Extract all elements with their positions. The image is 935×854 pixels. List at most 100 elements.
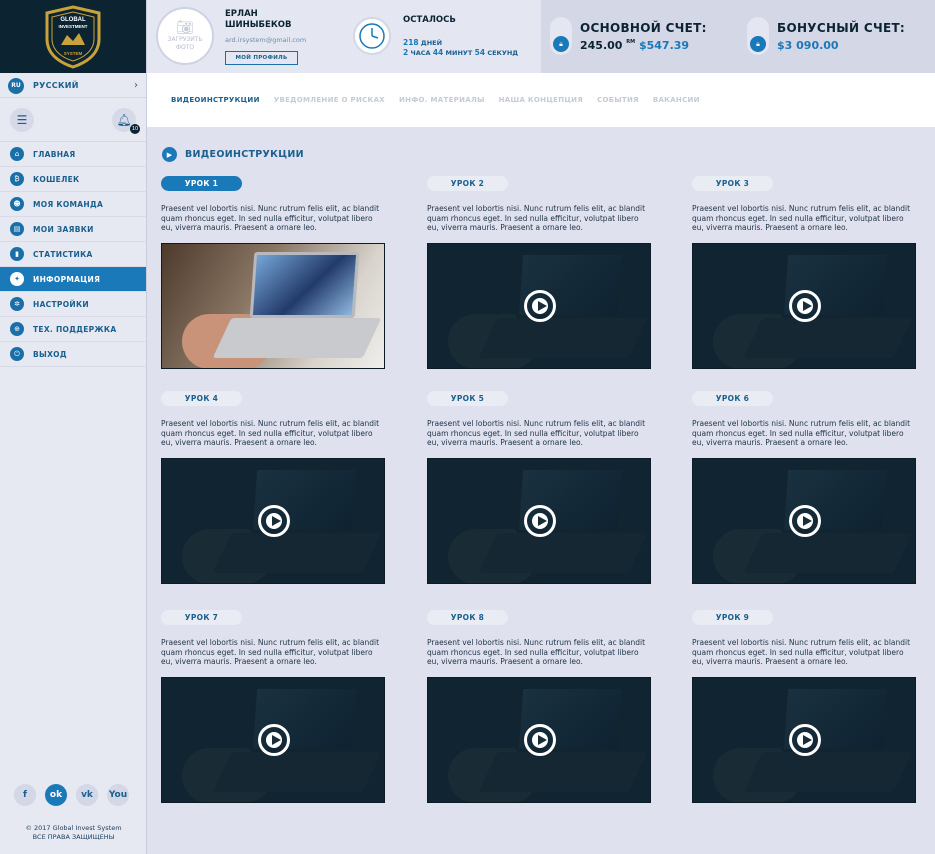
user-email: ard.irsystem@gmail.com: [225, 36, 307, 44]
video-camera-icon: ▶: [162, 147, 177, 162]
sidebar-item[interactable]: ✲ НАСТРОЙКИ: [0, 292, 146, 317]
logo[interactable]: GLOBAL INVESTMENT SYSTEM: [0, 0, 146, 73]
accounts-panel: 🔒︎ ОСНОВНОЙ СЧЕТ: 245.00 RM $547.39 🔒︎ Б…: [541, 0, 935, 73]
tab[interactable]: СОБЫТИЯ: [597, 96, 639, 104]
video-thumbnail[interactable]: [427, 243, 651, 369]
camera-icon: 📷︎: [176, 20, 194, 36]
logo-line3: SYSTEM: [64, 51, 83, 56]
lesson-tab[interactable]: УРОК 4: [161, 391, 242, 406]
hours-label: ЧАСА: [410, 49, 431, 57]
requests-icon: ▤: [10, 222, 24, 236]
laptop-image: [249, 252, 360, 318]
section-header: ▶ ВИДЕОИНСТРУКЦИИ: [162, 147, 304, 162]
lesson-card: УРОК 6 Praesent vel lobortis nisi. Nunc r…: [692, 391, 916, 584]
upload-photo-label: ЗАГРУЗИТЬ ФОТО: [167, 36, 203, 51]
team-icon: ☻: [10, 197, 24, 211]
remaining-title: ОСТАЛОСЬ: [403, 15, 456, 25]
video-thumbnail[interactable]: [161, 677, 385, 803]
video-thumbnail[interactable]: [161, 243, 385, 369]
vk-icon[interactable]: vk: [76, 784, 98, 806]
sidebar-item[interactable]: ☻ МОЯ КОМАНДА: [0, 192, 146, 217]
lesson-description: Praesent vel lobortis nisi. Nunc rutrum …: [161, 638, 380, 666]
avatar-upload[interactable]: 📷︎ ЗАГРУЗИТЬ ФОТО: [156, 7, 214, 65]
notification-badge: 10: [130, 123, 140, 134]
language-label: РУССКИЙ: [33, 81, 79, 90]
play-icon[interactable]: [789, 724, 821, 756]
bonus-account-usd: $3 090.00: [777, 39, 839, 52]
sidebar: GLOBAL INVESTMENT SYSTEM RU РУССКИЙ › ☰ …: [0, 0, 147, 854]
lesson-tab[interactable]: УРОК 2: [427, 176, 508, 191]
video-thumbnail[interactable]: [427, 458, 651, 584]
tab[interactable]: ВАКАНСИИ: [653, 96, 700, 104]
main-account-value: 245.00 RM $547.39: [580, 39, 689, 52]
lesson-description: Praesent vel lobortis nisi. Nunc rutrum …: [692, 204, 911, 232]
hours-value: 2: [403, 48, 409, 57]
sidebar-item[interactable]: ▤ МОИ ЗАЯВКИ: [0, 217, 146, 242]
tab[interactable]: УВЕДОМЛЕНИЕ О РИСКАХ: [274, 96, 385, 104]
days-value: 218: [403, 38, 419, 47]
sidebar-item[interactable]: ⊕ ТЕХ. ПОДДЕРЖКА: [0, 317, 146, 342]
user-name: ЕРЛАН ШИНЫБЕКОВ: [225, 9, 292, 30]
video-thumbnail[interactable]: [427, 677, 651, 803]
play-icon[interactable]: [258, 505, 290, 537]
lesson-tab[interactable]: УРОК 3: [692, 176, 773, 191]
sidebar-item-label: НАСТРОЙКИ: [33, 299, 89, 309]
language-selector[interactable]: RU РУССКИЙ ›: [0, 74, 146, 98]
keyboard-image: [212, 318, 382, 358]
bell-icon[interactable]: 🔔︎ 10: [112, 107, 140, 134]
main-account-amount: 245.00: [580, 39, 623, 52]
play-icon[interactable]: [789, 290, 821, 322]
sidebar-item-label: МОИ ЗАЯВКИ: [33, 224, 94, 234]
lesson-card: УРОК 9 Praesent vel lobortis nisi. Nunc r…: [692, 610, 916, 803]
sidebar-item[interactable]: ⏻ ВЫХОД: [0, 342, 146, 367]
sidebar-item[interactable]: ₿ КОШЕЛЕК: [0, 167, 146, 192]
sidebar-item-label: ВЫХОД: [33, 349, 67, 359]
chevron-right-icon: ›: [134, 80, 138, 91]
remaining-days: 218 ДНЕЙ: [403, 38, 442, 47]
tab[interactable]: ИНФО. МАТЕРИАЛЫ: [399, 96, 485, 104]
main-account-usd: $547.39: [638, 39, 690, 52]
bitcoin-icon: ₿: [10, 172, 24, 186]
lesson-tab[interactable]: УРОК 9: [692, 610, 773, 625]
lesson-tab[interactable]: УРОК 6: [692, 391, 773, 406]
facebook-icon[interactable]: f: [14, 784, 36, 806]
lesson-card: УРОК 8 Praesent vel lobortis nisi. Nunc r…: [427, 610, 651, 803]
video-thumbnail[interactable]: [692, 243, 916, 369]
play-icon[interactable]: [789, 505, 821, 537]
lesson-tab[interactable]: УРОК 7: [161, 610, 242, 625]
lesson-tab[interactable]: УРОК 1: [161, 176, 242, 191]
tab[interactable]: НАША КОНЦЕПЦИЯ: [499, 96, 583, 104]
youtube-icon[interactable]: You: [107, 784, 129, 806]
lesson-description: Praesent vel lobortis nisi. Nunc rutrum …: [161, 204, 380, 232]
lock-icon: 🔒︎: [553, 36, 569, 52]
sidebar-item-label: МОЯ КОМАНДА: [33, 199, 104, 209]
section-title: ВИДЕОИНСТРУКЦИИ: [185, 149, 304, 160]
days-label: ДНЕЙ: [420, 39, 443, 47]
sidebar-item[interactable]: ▮ СТАТИСТИКА: [0, 242, 146, 267]
clock-icon: [353, 17, 391, 55]
lesson-card: УРОК 1 Praesent vel lobortis nisi. Nunc r…: [161, 176, 385, 369]
sidebar-item[interactable]: ✦ ИНФОРМАЦИЯ: [0, 267, 146, 292]
sidebar-item[interactable]: ⌂ ГЛАВНАЯ: [0, 142, 146, 167]
menu-icon[interactable]: ☰: [10, 107, 34, 132]
video-thumbnail[interactable]: [161, 458, 385, 584]
tab[interactable]: ВИДЕОИНСТРУКЦИИ: [171, 96, 260, 104]
sidebar-item-label: ИНФОРМАЦИЯ: [33, 274, 101, 284]
play-icon[interactable]: [524, 505, 556, 537]
play-icon[interactable]: [258, 724, 290, 756]
lesson-description: Praesent vel lobortis nisi. Nunc rutrum …: [427, 204, 646, 232]
video-thumbnail[interactable]: [692, 458, 916, 584]
sidebar-item-label: ТЕХ. ПОДДЕРЖКА: [33, 324, 117, 334]
logo-line2: INVESTMENT: [58, 24, 87, 29]
logo-line1: GLOBAL: [60, 17, 86, 23]
lock-icon: 🔒︎: [750, 36, 766, 52]
seconds-value: 54: [474, 48, 486, 57]
my-profile-button[interactable]: МОЙ ПРОФИЛЬ: [225, 51, 298, 65]
lesson-tab[interactable]: УРОК 8: [427, 610, 508, 625]
bonus-account-value: $3 090.00: [777, 39, 839, 52]
play-icon[interactable]: [524, 724, 556, 756]
odnoklassniki-icon[interactable]: ok: [45, 784, 67, 806]
lesson-tab[interactable]: УРОК 5: [427, 391, 508, 406]
play-icon[interactable]: [524, 290, 556, 322]
video-thumbnail[interactable]: [692, 677, 916, 803]
